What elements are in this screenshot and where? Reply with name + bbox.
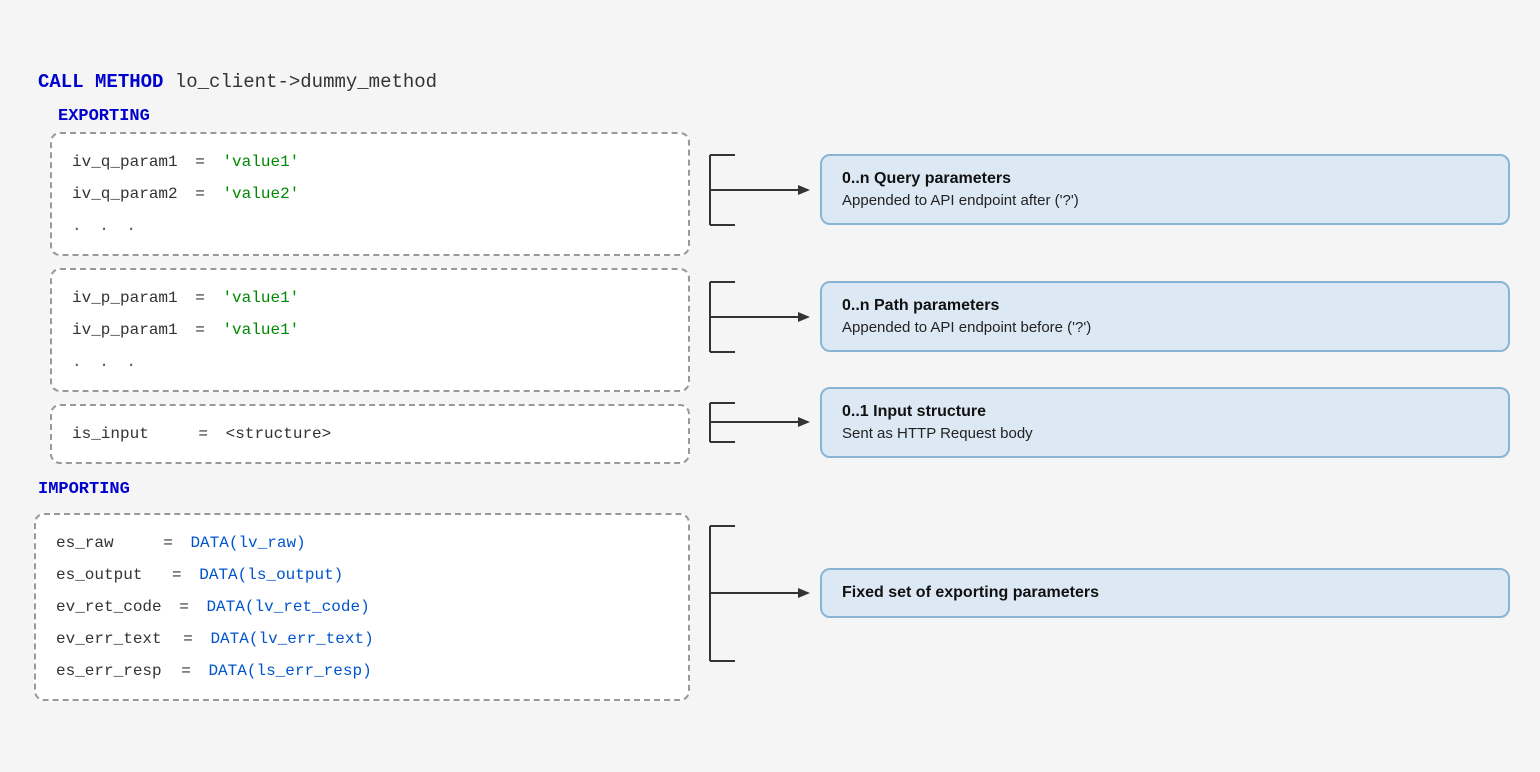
- info-title: 0..n Path parameters: [842, 297, 1488, 315]
- code-boxes: iv_q_param1 = 'value1' iv_q_param2 = 'va…: [30, 132, 690, 701]
- code-line: es_output = DATA(ls_output): [56, 559, 668, 591]
- bracket-svg: [690, 272, 820, 362]
- path-params-code-box: iv_p_param1 = 'value1' iv_p_param1 = 'va…: [50, 268, 690, 392]
- exporting-connector: [690, 516, 820, 671]
- code-line: es_raw = DATA(lv_raw): [56, 527, 668, 559]
- main-container: CALL METHOD lo_client->dummy_method EXPO…: [30, 71, 1510, 701]
- importing-code-box: es_raw = DATA(lv_raw) es_output = DATA(l…: [34, 513, 690, 701]
- input-connector: [690, 395, 820, 450]
- method-keyword: METHOD: [95, 71, 163, 93]
- call-keyword: CALL: [38, 71, 84, 93]
- input-structure-row: 0..1 Input structure Sent as HTTP Reques…: [690, 386, 1510, 458]
- code-line: iv_q_param2 = 'value2': [72, 178, 668, 210]
- code-line: is_input = <structure>: [72, 418, 668, 450]
- path-params-row: 0..n Path parameters Appended to API end…: [690, 259, 1510, 374]
- code-line-ellipsis: . . .: [72, 210, 668, 242]
- exporting-params-row: Fixed set of exporting parameters: [690, 508, 1510, 678]
- code-line: iv_q_param1 = 'value1': [72, 146, 668, 178]
- query-params-info-box: 0..n Query parameters Appended to API en…: [820, 154, 1510, 225]
- info-desc: Appended to API endpoint after ('?'): [842, 192, 1488, 209]
- input-structure-code-box: is_input = <structure>: [50, 404, 690, 464]
- info-panel: 0..n Query parameters Appended to API en…: [690, 132, 1510, 678]
- query-params-code-box: iv_q_param1 = 'value1' iv_q_param2 = 'va…: [50, 132, 690, 256]
- exporting-label: EXPORTING: [30, 107, 1510, 126]
- input-structure-info-box: 0..1 Input structure Sent as HTTP Reques…: [820, 387, 1510, 458]
- code-line: iv_p_param1 = 'value1': [72, 282, 668, 314]
- method-call: lo_client->dummy_method: [175, 71, 437, 93]
- bracket-svg: [690, 516, 820, 671]
- bracket-svg: [690, 395, 820, 450]
- code-line: ev_ret_code = DATA(lv_ret_code): [56, 591, 668, 623]
- code-header: CALL METHOD lo_client->dummy_method: [30, 71, 1510, 93]
- code-line: ev_err_text = DATA(lv_err_text): [56, 623, 668, 655]
- query-params-row: 0..n Query parameters Appended to API en…: [690, 132, 1510, 247]
- importing-label: IMPORTING: [30, 480, 690, 499]
- importing-spacer: [690, 470, 1510, 508]
- query-connector: [690, 145, 820, 235]
- code-line: es_err_resp = DATA(ls_err_resp): [56, 655, 668, 687]
- fixed-exporting-info-box: Fixed set of exporting parameters: [820, 568, 1510, 618]
- code-line-ellipsis: . . .: [72, 346, 668, 378]
- info-desc: Appended to API endpoint before ('?'): [842, 319, 1488, 336]
- path-connector: [690, 272, 820, 362]
- code-line: iv_p_param1 = 'value1': [72, 314, 668, 346]
- info-title: 0..n Query parameters: [842, 170, 1488, 188]
- info-title: 0..1 Input structure: [842, 403, 1488, 421]
- info-desc: Sent as HTTP Request body: [842, 425, 1488, 442]
- path-params-info-box: 0..n Path parameters Appended to API end…: [820, 281, 1510, 352]
- bracket-svg: [690, 145, 820, 235]
- info-title: Fixed set of exporting parameters: [842, 584, 1488, 602]
